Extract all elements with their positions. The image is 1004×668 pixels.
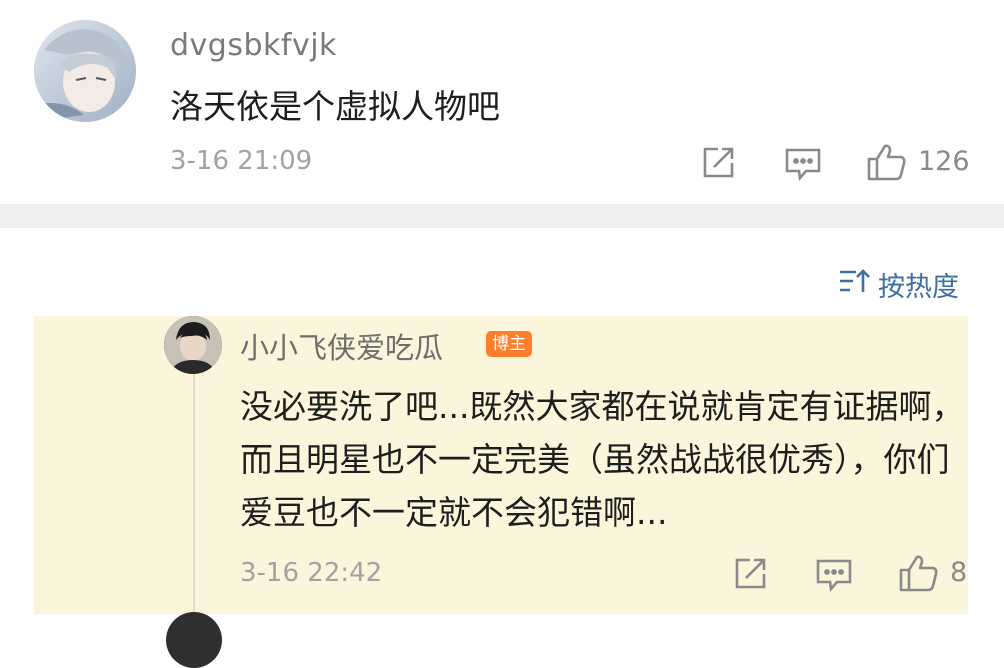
thumbs-up-icon[interactable] (866, 142, 908, 186)
sort-toggle[interactable]: 按热度 (838, 265, 959, 304)
timestamp: 3-16 22:42 (240, 558, 383, 588)
username[interactable]: 小小飞侠爱吃瓜 (240, 325, 443, 367)
avatar[interactable] (166, 612, 222, 668)
like-count: 126 (918, 146, 970, 177)
share-icon[interactable] (732, 556, 768, 596)
comment-icon[interactable] (784, 147, 822, 185)
thread-line (193, 372, 195, 627)
avatar[interactable] (164, 316, 222, 374)
avatar[interactable] (34, 20, 136, 122)
author-badge: 博主 (486, 331, 532, 357)
section-divider (0, 204, 1004, 228)
username[interactable]: dvgsbkfvjk (170, 28, 337, 63)
sort-icon (838, 267, 870, 302)
sort-label: 按热度 (878, 272, 959, 303)
share-icon[interactable] (700, 145, 736, 185)
comment-icon[interactable] (815, 558, 853, 596)
comment-text: 洛天依是个虚拟人物吧 (170, 87, 500, 126)
timestamp: 3-16 21:09 (170, 146, 313, 176)
comment-text: 没必要洗了吧...既然大家都在说就肯定有证据啊，而且明星也不一定完美（虽然战战很… (240, 387, 965, 532)
like-count: 8 (950, 557, 968, 588)
thumbs-up-icon[interactable] (898, 553, 940, 597)
